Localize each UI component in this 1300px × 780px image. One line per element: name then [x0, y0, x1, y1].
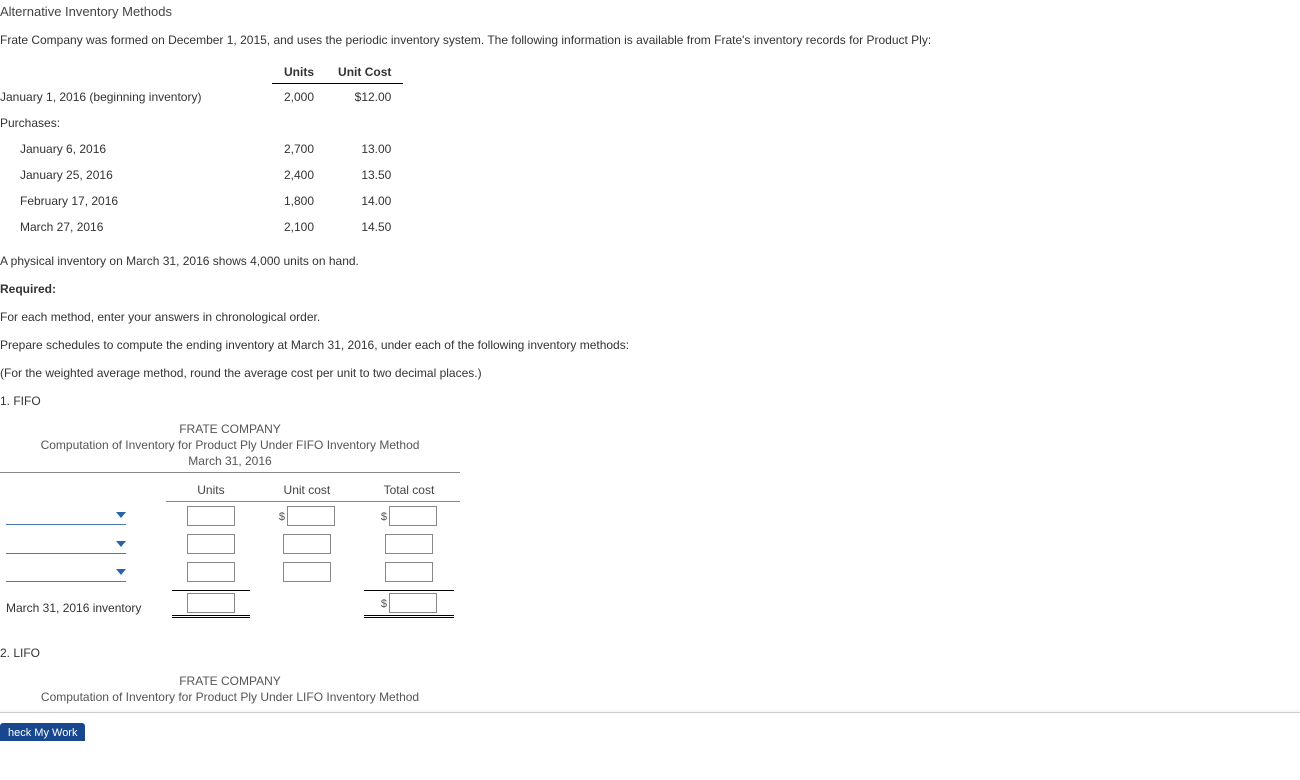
schedule-date: March 31, 2016 — [0, 454, 460, 473]
total-input[interactable] — [389, 506, 437, 526]
table-row: January 1, 2016 (beginning inventory) 2,… — [0, 84, 403, 111]
fifo-row-1: $ $ — [0, 502, 460, 531]
col-unit-cost: Unit Cost — [326, 61, 403, 84]
schedule-company: FRATE COMPANY — [0, 422, 460, 436]
date-dropdown[interactable] — [6, 563, 126, 582]
total-input[interactable] — [385, 534, 433, 554]
instruction-1: For each method, enter your answers in c… — [0, 310, 1300, 324]
units-input[interactable] — [187, 534, 235, 554]
fifo-total-row: March 31, 2016 inventory $ — [0, 586, 460, 622]
physical-inventory-note: A physical inventory on March 31, 2016 s… — [0, 254, 1300, 268]
dollar-sign: $ — [381, 511, 389, 523]
table-row: March 27, 2016 2,100 14.50 — [0, 214, 403, 240]
dollar-sign: $ — [279, 511, 287, 523]
unitcost-input[interactable] — [283, 562, 331, 582]
units-input[interactable] — [187, 562, 235, 582]
required-heading: Required: — [0, 282, 1300, 296]
schedule-method-title: Computation of Inventory for Product Ply… — [0, 690, 460, 704]
table-row: February 17, 2016 1,800 14.00 — [0, 188, 403, 214]
unitcost-input[interactable] — [287, 506, 335, 526]
table-row: January 25, 2016 2,400 13.50 — [0, 162, 403, 188]
sched-col-total: Total cost — [358, 479, 460, 502]
date-dropdown[interactable] — [6, 506, 126, 525]
divider — [0, 712, 1300, 713]
chevron-down-icon — [116, 512, 126, 518]
sched-col-units: Units — [166, 479, 256, 502]
chevron-down-icon — [116, 569, 126, 575]
total-input[interactable] — [385, 562, 433, 582]
col-units: Units — [272, 61, 326, 84]
instruction-2: Prepare schedules to compute the ending … — [0, 338, 1300, 352]
sched-col-unitcost: Unit cost — [256, 479, 358, 502]
fifo-row-3 — [0, 558, 460, 586]
grand-total-input[interactable] — [389, 593, 437, 613]
inventory-data-table: Units Unit Cost January 1, 2016 (beginni… — [0, 61, 403, 240]
date-dropdown[interactable] — [6, 535, 126, 554]
table-row: Purchases: — [0, 110, 403, 136]
question-1-label: 1. FIFO — [0, 394, 1300, 408]
lifo-schedule: FRATE COMPANY Computation of Inventory f… — [0, 674, 1300, 704]
question-2-label: 2. LIFO — [0, 646, 1300, 660]
schedule-company: FRATE COMPANY — [0, 674, 460, 688]
schedule-method-title: Computation of Inventory for Product Ply… — [0, 438, 460, 452]
dollar-sign: $ — [381, 598, 389, 610]
intro-text: Frate Company was formed on December 1, … — [0, 33, 1300, 47]
units-total-input[interactable] — [187, 593, 235, 613]
chevron-down-icon — [116, 541, 126, 547]
check-my-work-button[interactable]: heck My Work — [0, 723, 85, 741]
total-row-label: March 31, 2016 inventory — [0, 586, 166, 622]
units-input[interactable] — [187, 506, 235, 526]
instruction-3: (For the weighted average method, round … — [0, 366, 1300, 380]
page-title: Alternative Inventory Methods — [0, 4, 1300, 19]
unitcost-input[interactable] — [283, 534, 331, 554]
fifo-row-2 — [0, 530, 460, 558]
fifo-schedule: FRATE COMPANY Computation of Inventory f… — [0, 422, 1300, 622]
table-row: January 6, 2016 2,700 13.00 — [0, 136, 403, 162]
